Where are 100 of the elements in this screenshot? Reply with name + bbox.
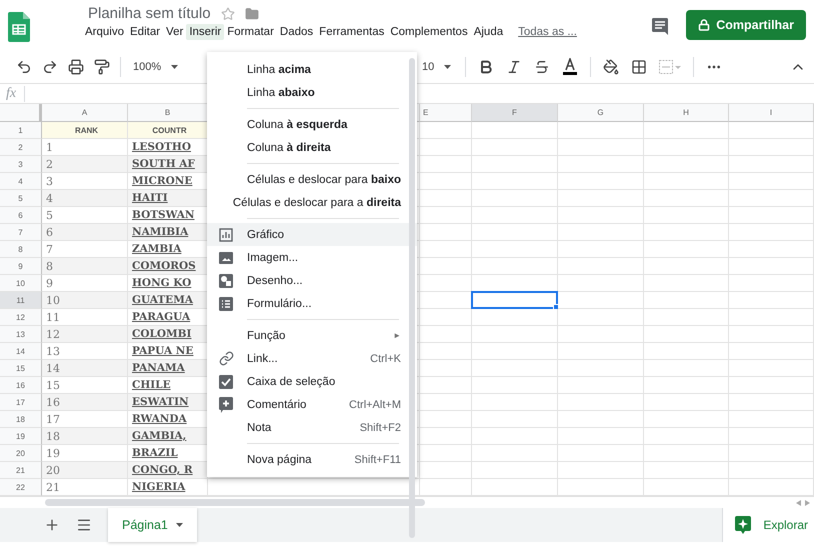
column-header[interactable]: G bbox=[558, 104, 644, 122]
menu-item[interactable]: Ferramentas bbox=[316, 24, 388, 40]
strikethrough-icon[interactable] bbox=[534, 58, 550, 74]
row-header[interactable]: 18 bbox=[0, 411, 42, 428]
table-cell bbox=[420, 190, 472, 207]
scrollbar-thumb[interactable] bbox=[45, 499, 425, 506]
column-header[interactable]: B bbox=[128, 104, 208, 122]
all-sheets-icon[interactable] bbox=[76, 517, 92, 533]
menu-item[interactable]: Ver bbox=[163, 24, 186, 40]
comment-icon[interactable] bbox=[652, 18, 668, 35]
menu-option[interactable]: Nova página Shift+F11 bbox=[207, 448, 417, 471]
row-header[interactable]: 6 bbox=[0, 207, 42, 224]
zoom-dropdown[interactable]: 100% bbox=[131, 58, 180, 74]
menu-option[interactable]: Linha abaixo bbox=[207, 81, 417, 104]
menu-item[interactable]: Complementos bbox=[387, 24, 471, 40]
row-header[interactable]: 7 bbox=[0, 224, 42, 241]
row-header[interactable]: 4 bbox=[0, 173, 42, 190]
column-header[interactable]: F bbox=[472, 104, 558, 122]
menu-option[interactable]: Função ► bbox=[207, 324, 417, 347]
all-changes-link[interactable]: Todas as ... bbox=[518, 26, 577, 38]
table-cell bbox=[420, 428, 472, 445]
row-header[interactable]: 19 bbox=[0, 428, 42, 445]
font-size-dropdown[interactable]: 10 bbox=[420, 58, 454, 74]
row-header[interactable]: 8 bbox=[0, 241, 42, 258]
table-cell bbox=[420, 326, 472, 343]
row-header[interactable]: 5 bbox=[0, 190, 42, 207]
menu-item[interactable]: Arquivo bbox=[82, 24, 127, 40]
table-cell: 12 bbox=[42, 326, 128, 343]
row-header[interactable]: 2 bbox=[0, 139, 42, 156]
menu-option[interactable]: Células e deslocar para baixo bbox=[207, 168, 417, 191]
row-header[interactable]: 21 bbox=[0, 462, 42, 479]
merge-cells-icon[interactable] bbox=[659, 60, 682, 74]
row-header[interactable]: 14 bbox=[0, 343, 42, 360]
folder-icon[interactable] bbox=[244, 6, 259, 20]
table-cell: SOUTH AF bbox=[128, 156, 208, 173]
shapes-icon bbox=[219, 274, 233, 288]
document-title[interactable]: Planilha sem título bbox=[88, 5, 211, 22]
explore-button[interactable]: Explorar bbox=[722, 508, 814, 542]
borders-icon[interactable] bbox=[631, 58, 648, 74]
lock-icon bbox=[698, 19, 710, 31]
menu-item[interactable]: Editar bbox=[127, 24, 164, 40]
menu-option[interactable]: Desenho... bbox=[207, 269, 417, 292]
table-cell: GAMBIA, bbox=[128, 428, 208, 445]
star-icon[interactable] bbox=[220, 6, 235, 20]
row-header[interactable]: 15 bbox=[0, 360, 42, 377]
sheet-tab[interactable]: Página1 bbox=[108, 508, 197, 542]
menu-option[interactable]: Gráfico bbox=[207, 223, 417, 246]
menu-item[interactable]: Dados bbox=[276, 24, 316, 40]
redo-icon[interactable] bbox=[42, 58, 58, 74]
table-cell: 17 bbox=[42, 411, 128, 428]
row-header[interactable]: 22 bbox=[0, 479, 42, 496]
row-header[interactable]: 12 bbox=[0, 309, 42, 326]
menu-option[interactable]: Comentário Ctrl+Alt+M bbox=[207, 393, 417, 416]
row-header[interactable]: 17 bbox=[0, 394, 42, 411]
menu-option[interactable]: Imagem... bbox=[207, 246, 417, 269]
row-header[interactable]: 11 bbox=[0, 292, 42, 309]
scrollbar-thumb[interactable] bbox=[409, 58, 415, 538]
column-header[interactable]: E bbox=[420, 104, 472, 122]
menu-option[interactable]: Link... Ctrl+K bbox=[207, 347, 417, 370]
menu-option[interactable]: Coluna à esquerda bbox=[207, 113, 417, 136]
menu-option[interactable]: Nota Shift+F2 bbox=[207, 416, 417, 439]
table-cell: LESOTHO bbox=[128, 139, 208, 156]
text-color-icon[interactable] bbox=[562, 58, 578, 76]
column-header[interactable]: H bbox=[644, 104, 729, 122]
paint-format-icon[interactable] bbox=[94, 58, 110, 74]
row-header[interactable]: 16 bbox=[0, 377, 42, 394]
table-cell: 6 bbox=[42, 224, 128, 241]
row-header[interactable]: 3 bbox=[0, 156, 42, 173]
table-cell: NAMIBIA bbox=[128, 224, 208, 241]
table-cell: ZAMBIA bbox=[128, 241, 208, 258]
table-cell: CHILE bbox=[128, 377, 208, 394]
row-header[interactable]: 20 bbox=[0, 445, 42, 462]
share-button[interactable]: Compartilhar bbox=[686, 10, 806, 40]
menu-item[interactable]: Formatar bbox=[224, 24, 277, 40]
fill-color-icon[interactable] bbox=[603, 58, 620, 74]
menu-item[interactable]: Ajuda bbox=[470, 24, 506, 40]
menu-item[interactable]: Inserir bbox=[186, 24, 224, 40]
italic-icon[interactable] bbox=[506, 58, 522, 74]
column-header[interactable]: A bbox=[42, 104, 128, 122]
table-cell: 2 bbox=[42, 156, 128, 173]
table-cell: 3 bbox=[42, 173, 128, 190]
menu-option[interactable]: Linha acima bbox=[207, 58, 417, 81]
menu-option[interactable]: Células e deslocar para a direita bbox=[207, 191, 417, 214]
caret-icon bbox=[171, 64, 178, 68]
row-header[interactable]: 10 bbox=[0, 275, 42, 292]
row-header[interactable]: 9 bbox=[0, 258, 42, 275]
row-header[interactable]: 13 bbox=[0, 326, 42, 343]
table-cell: MICRONE bbox=[128, 173, 208, 190]
undo-icon[interactable] bbox=[16, 58, 32, 74]
menu-option[interactable]: Caixa de seleção bbox=[207, 370, 417, 393]
print-icon[interactable] bbox=[68, 58, 84, 74]
bold-icon[interactable] bbox=[478, 58, 494, 74]
row-header[interactable]: 1 bbox=[0, 122, 42, 139]
table-cell: PARAGUA bbox=[128, 309, 208, 326]
column-header[interactable]: I bbox=[729, 104, 814, 122]
add-sheet-icon[interactable] bbox=[44, 517, 60, 533]
menu-option[interactable]: Coluna à direita bbox=[207, 136, 417, 159]
menu-option[interactable]: Formulário... bbox=[207, 292, 417, 315]
table-cell bbox=[420, 462, 472, 479]
spreadsheet-logo[interactable] bbox=[8, 12, 30, 42]
